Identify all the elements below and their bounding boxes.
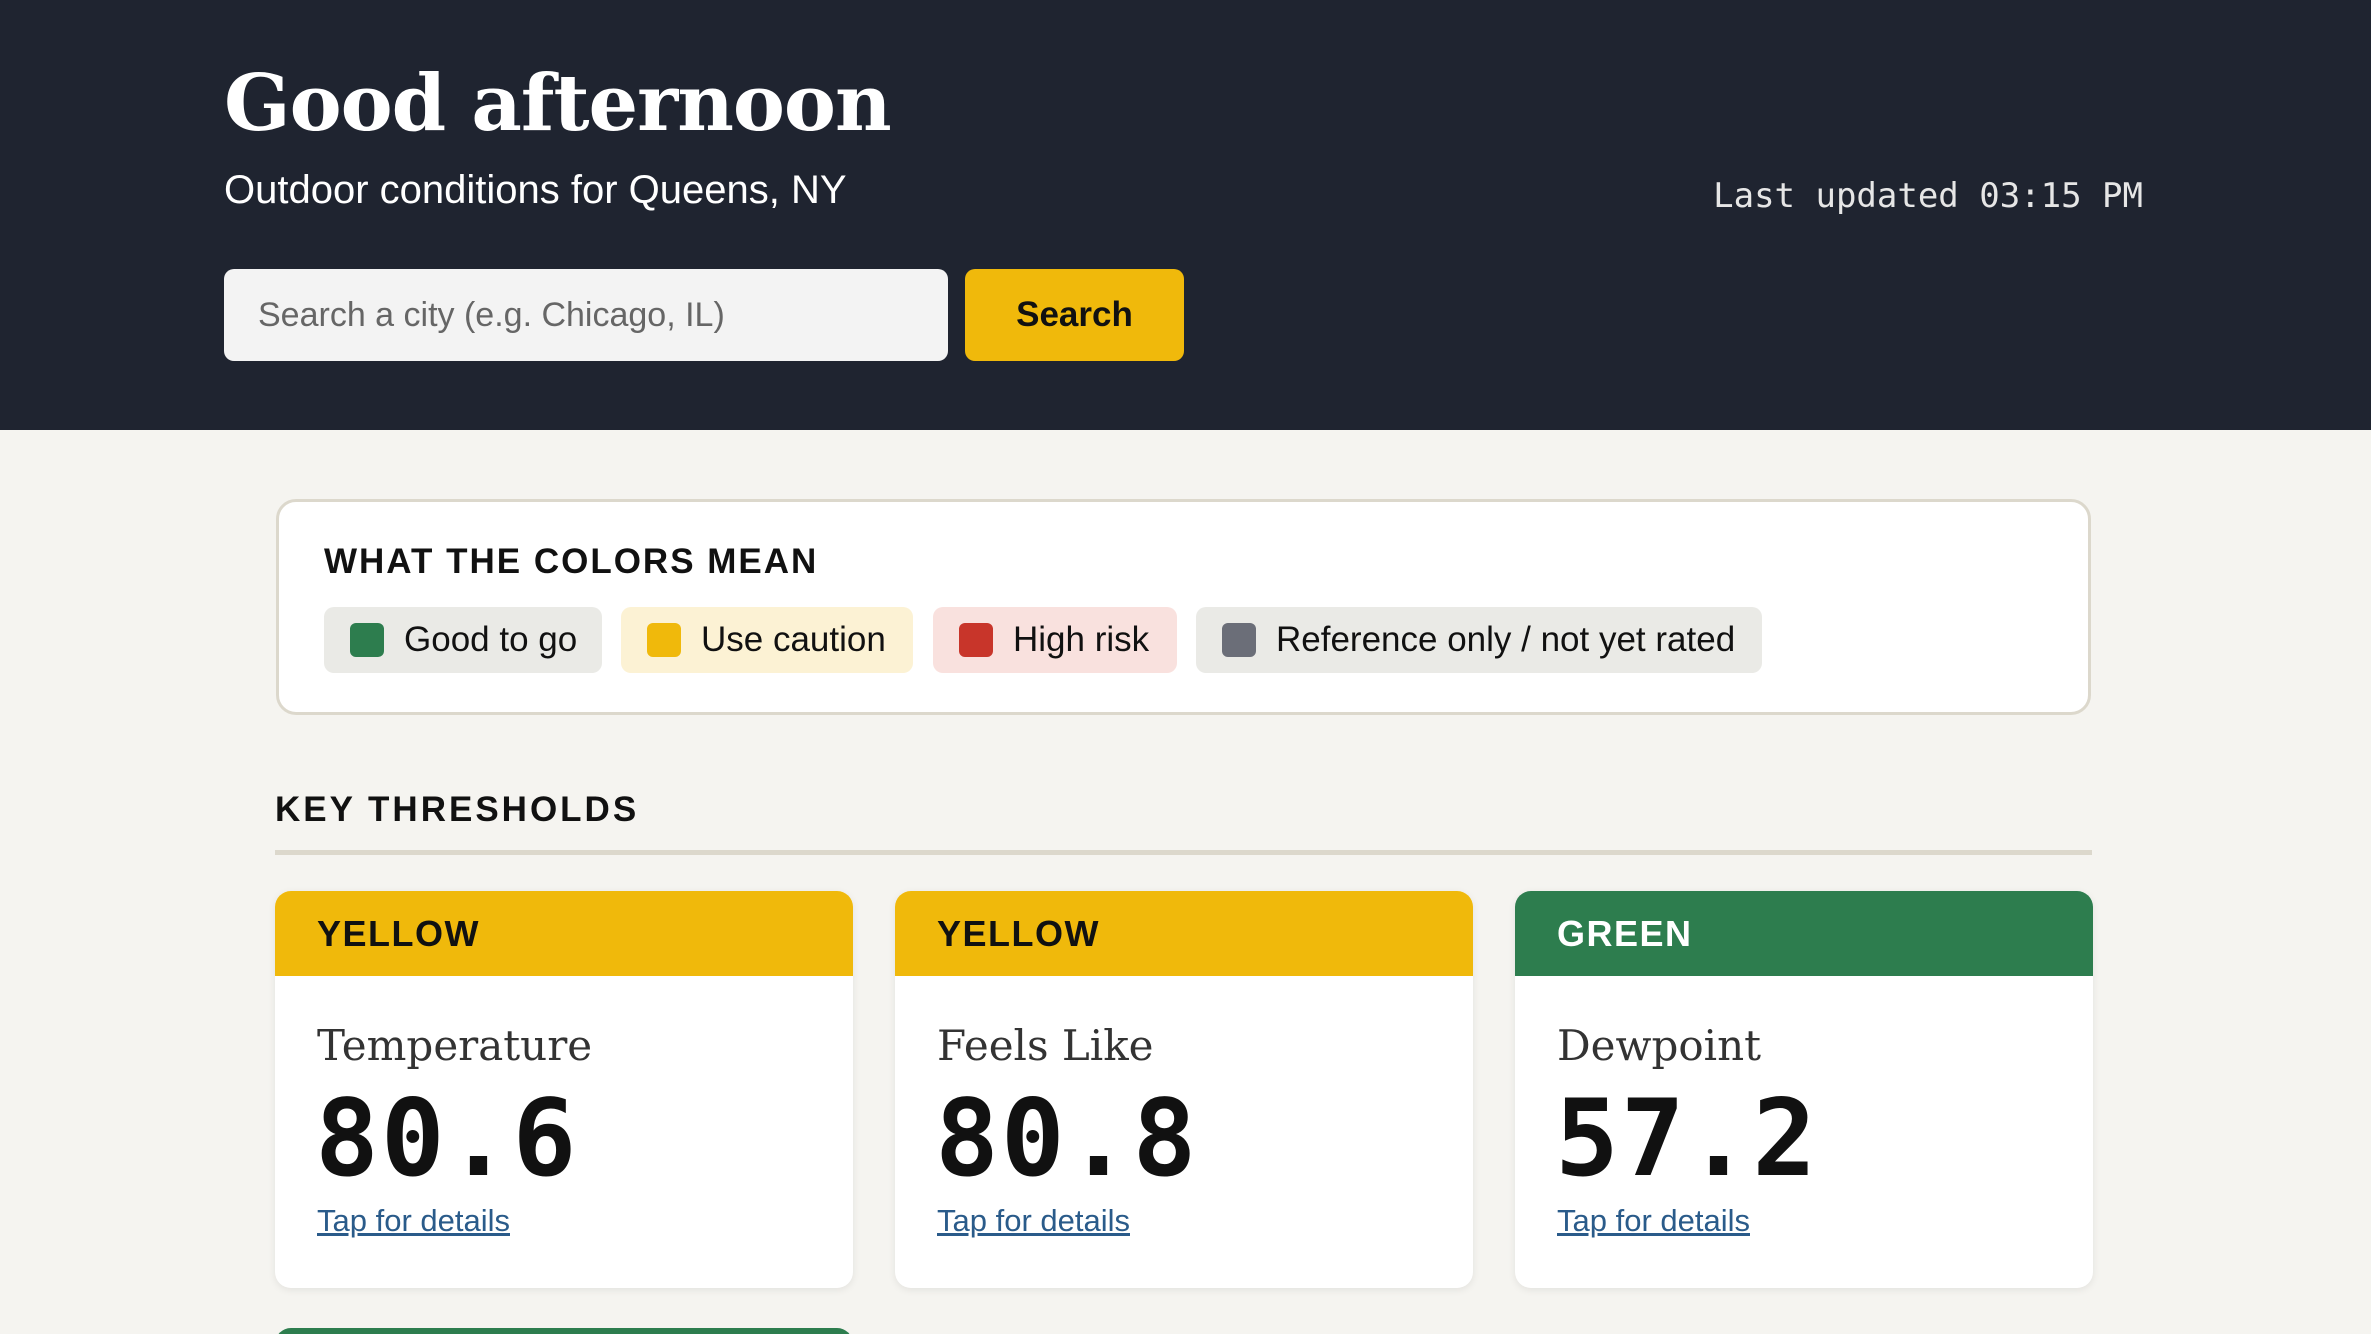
- city-search-input[interactable]: [224, 269, 948, 361]
- details-link[interactable]: Tap for details: [937, 1203, 1130, 1239]
- legend-title: WHAT THE COLORS MEAN: [324, 542, 819, 581]
- status-badge: GREEN: [1515, 891, 2093, 976]
- metric-label: Temperature: [317, 1021, 593, 1070]
- legend-chip-label: High risk: [1013, 620, 1150, 659]
- color-legend: WHAT THE COLORS MEAN Good to go Use caut…: [276, 499, 2091, 715]
- last-updated-text: Last updated 03:15 PM: [1713, 176, 2143, 216]
- greeting-title: Good afternoon: [224, 58, 892, 149]
- legend-chip-label: Use caution: [701, 620, 886, 659]
- page-header: Good afternoon Outdoor conditions for Qu…: [0, 0, 2371, 430]
- legend-chip-label: Good to go: [404, 620, 578, 659]
- section-divider: [275, 850, 2092, 855]
- threshold-card-feels-like[interactable]: YELLOW Feels Like 80.8 Tap for details: [895, 891, 1473, 1288]
- legend-chip-caution: Use caution: [621, 607, 913, 673]
- legend-chip-high-risk: High risk: [933, 607, 1177, 673]
- metric-label: Feels Like: [937, 1021, 1154, 1070]
- metric-value: 80.6: [315, 1077, 579, 1200]
- location-subtitle: Outdoor conditions for Queens, NY: [224, 168, 847, 212]
- section-title: KEY THRESHOLDS: [275, 790, 640, 829]
- green-swatch-icon: [350, 623, 384, 657]
- metric-value: 57.2: [1555, 1077, 1819, 1200]
- yellow-swatch-icon: [647, 623, 681, 657]
- legend-chip-good: Good to go: [324, 607, 602, 673]
- gray-swatch-icon: [1222, 623, 1256, 657]
- metric-label: Dewpoint: [1557, 1021, 1762, 1070]
- threshold-card-temperature[interactable]: YELLOW Temperature 80.6 Tap for details: [275, 891, 853, 1288]
- search-button[interactable]: Search: [965, 269, 1184, 361]
- legend-chip-label: Reference only / not yet rated: [1276, 620, 1736, 659]
- details-link[interactable]: Tap for details: [1557, 1203, 1750, 1239]
- red-swatch-icon: [959, 623, 993, 657]
- status-badge: YELLOW: [895, 891, 1473, 976]
- status-badge: YELLOW: [275, 891, 853, 976]
- metric-value: 80.8: [935, 1077, 1199, 1200]
- legend-chip-reference: Reference only / not yet rated: [1196, 607, 1762, 673]
- threshold-card-dewpoint[interactable]: GREEN Dewpoint 57.2 Tap for details: [1515, 891, 2093, 1288]
- next-threshold-card-edge: [275, 1328, 853, 1334]
- details-link[interactable]: Tap for details: [317, 1203, 510, 1239]
